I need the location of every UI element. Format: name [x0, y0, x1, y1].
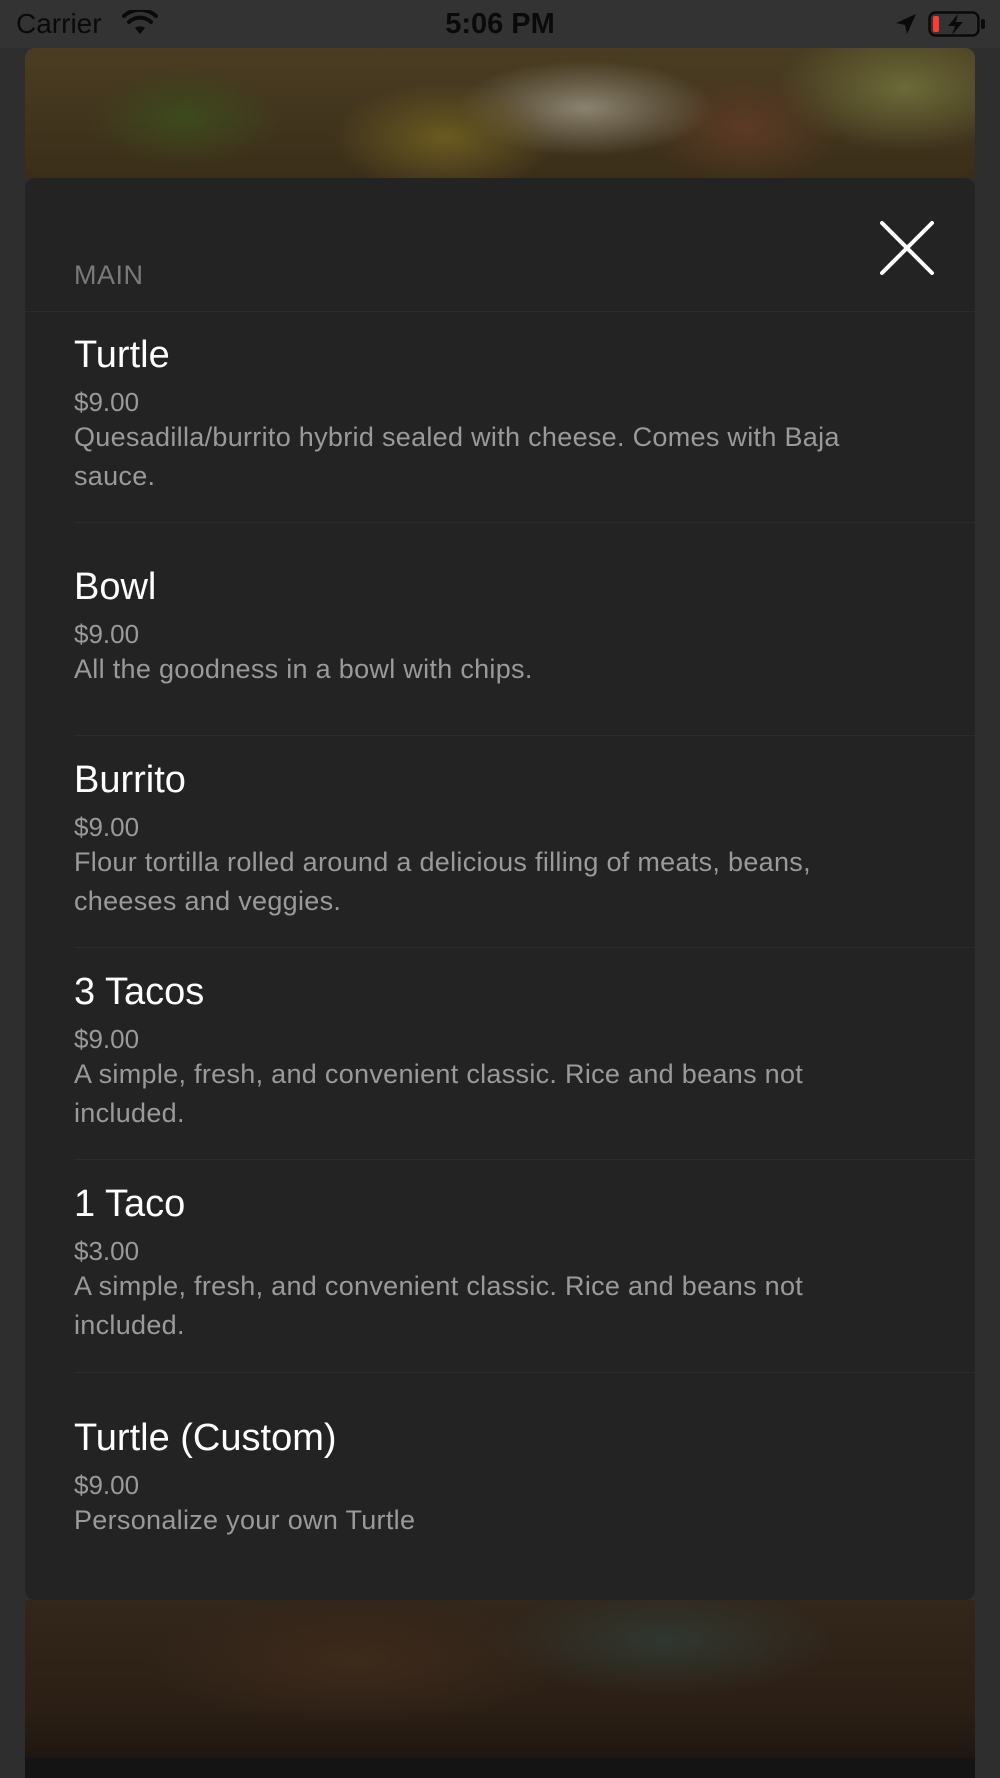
item-name: Turtle	[74, 334, 170, 376]
item-name: Turtle (Custom)	[74, 1417, 337, 1459]
item-description: Personalize your own Turtle	[74, 1505, 416, 1535]
menu-item-3-tacos[interactable]: 3 Tacos $9.00 A simple, fresh, and conve…	[25, 948, 975, 1160]
clock-time: 5:06 PM	[445, 8, 555, 40]
item-price: $9.00	[74, 619, 140, 649]
menu-item-turtle[interactable]: Turtle $9.00 Quesadilla/burrito hybrid s…	[25, 312, 975, 523]
item-price: $3.00	[74, 1236, 140, 1266]
menu-item-turtle-custom[interactable]: Turtle (Custom) $9.00 Personalize your o…	[25, 1373, 975, 1593]
item-name: 3 Tacos	[74, 971, 205, 1013]
food-photo-background-top	[25, 48, 975, 178]
item-description: A simple, fresh, and convenient classic.…	[74, 1059, 804, 1128]
item-price: $9.00	[74, 1470, 140, 1500]
status-bar: Carrier 5:06 PM	[0, 0, 1000, 48]
item-name: 1 Taco	[74, 1183, 186, 1225]
section-title: MAIN	[74, 260, 144, 290]
item-description: A simple, fresh, and convenient classic.…	[74, 1271, 804, 1340]
bottom-bar-background	[25, 1758, 975, 1778]
item-name: Burrito	[74, 759, 186, 801]
item-description: Quesadilla/burrito hybrid sealed with ch…	[74, 422, 840, 491]
menu-item-bowl[interactable]: Bowl $9.00 All the goodness in a bowl wi…	[25, 523, 975, 736]
item-price: $9.00	[74, 812, 140, 842]
food-photo-background-bottom	[25, 1600, 975, 1758]
close-button[interactable]	[879, 220, 935, 276]
item-name: Bowl	[74, 566, 157, 608]
menu-item-burrito[interactable]: Burrito $9.00 Flour tortilla rolled arou…	[25, 736, 975, 948]
menu-modal: MAIN Turtle $9.00 Quesadilla/burrito hyb…	[25, 178, 975, 1600]
item-description: Flour tortilla rolled around a delicious…	[74, 847, 811, 916]
location-arrow-icon	[896, 14, 916, 34]
item-price: $9.00	[74, 387, 140, 417]
item-price: $9.00	[74, 1024, 140, 1054]
menu-item-1-taco[interactable]: 1 Taco $3.00 A simple, fresh, and conven…	[25, 1160, 975, 1373]
battery-low-charging-icon	[928, 11, 985, 37]
item-description: All the goodness in a bowl with chips.	[74, 654, 533, 684]
close-icon	[880, 221, 934, 275]
